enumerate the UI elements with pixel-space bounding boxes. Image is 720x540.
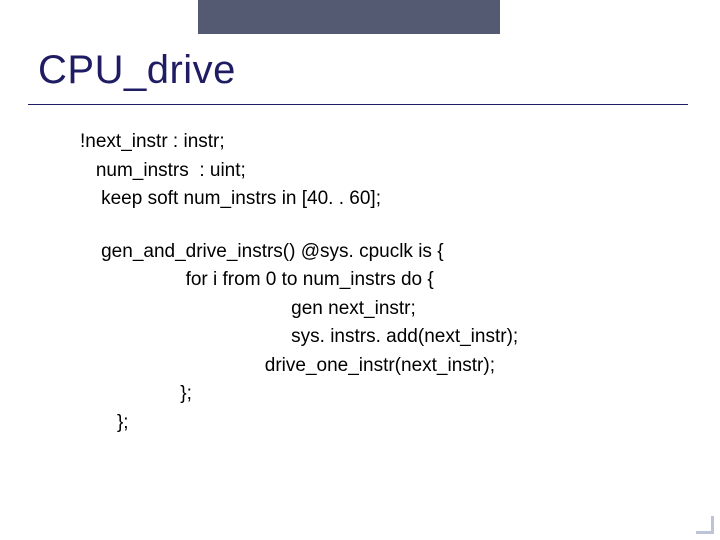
code-block: !next_instr : instr; num_instrs : uint; … [80, 128, 680, 437]
header-accent-bar [198, 0, 500, 34]
code-line: num_instrs : uint; [80, 157, 680, 186]
code-line: gen next_instr; [80, 295, 680, 324]
blank-line [80, 214, 680, 238]
corner-decoration-icon [696, 516, 714, 534]
code-line: }; [80, 409, 680, 438]
code-line: keep soft num_instrs in [40. . 60]; [80, 185, 680, 214]
code-line: !next_instr : instr; [80, 128, 680, 157]
slide: CPU_drive !next_instr : instr; num_instr… [0, 0, 720, 540]
code-line: gen_and_drive_instrs() @sys. cpuclk is { [80, 238, 680, 267]
code-line: sys. instrs. add(next_instr); [80, 323, 680, 352]
code-line: drive_one_instr(next_instr); [80, 352, 680, 381]
code-line: for i from 0 to num_instrs do { [80, 266, 680, 295]
title-underline [28, 104, 688, 105]
slide-title: CPU_drive [38, 48, 236, 93]
code-line: }; [80, 380, 680, 409]
